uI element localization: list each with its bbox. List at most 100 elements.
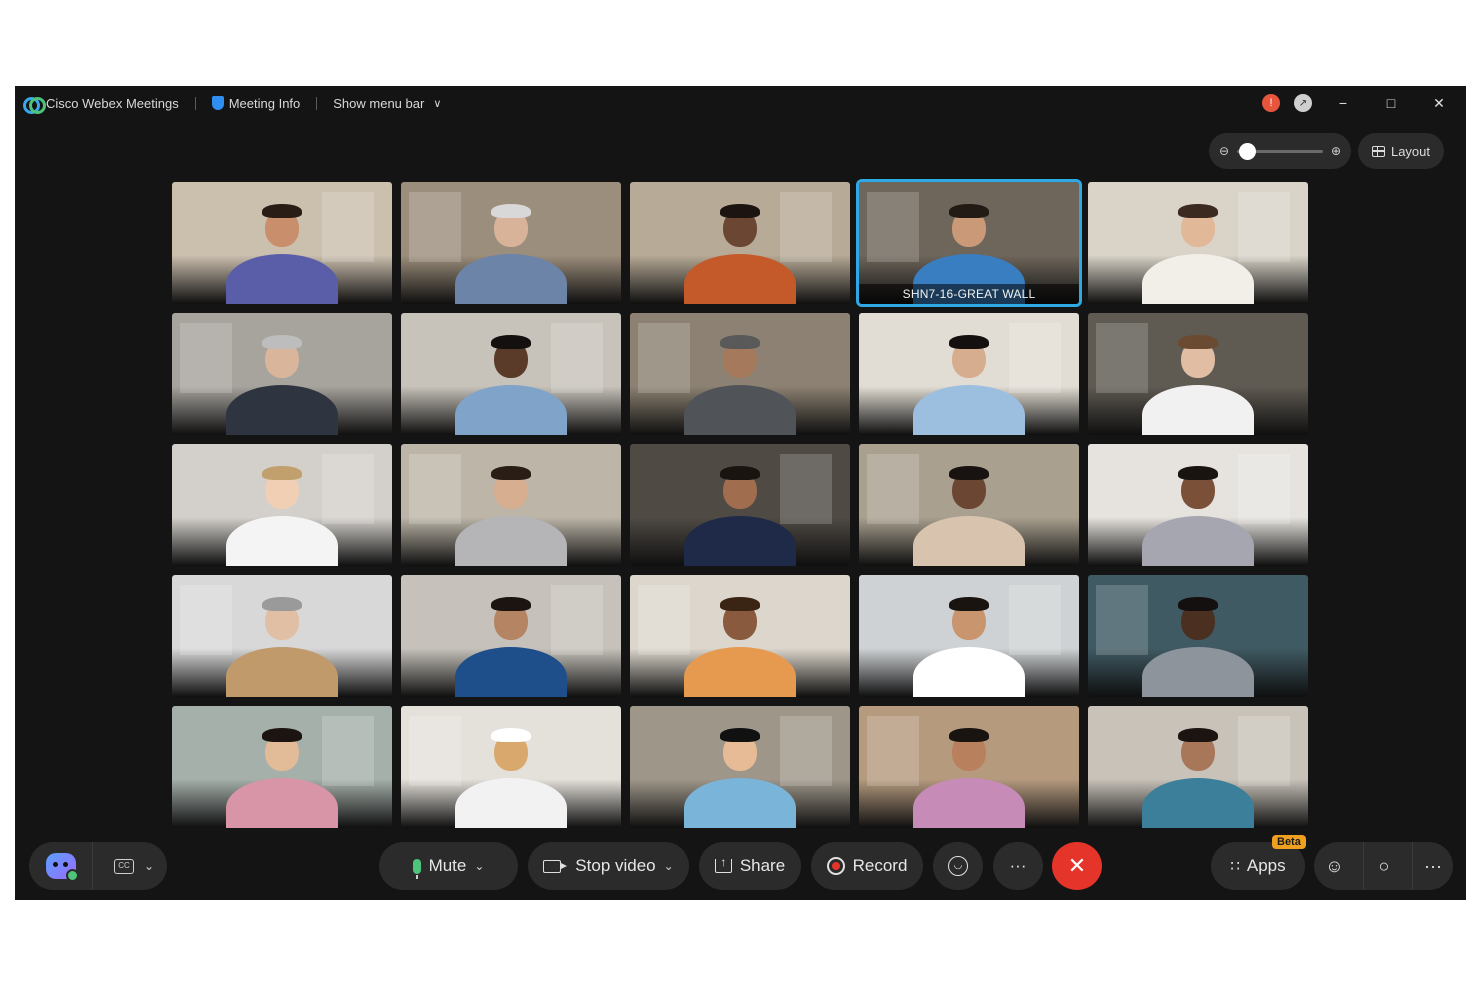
- layout-button[interactable]: Layout: [1358, 133, 1444, 169]
- close-window-button[interactable]: ✕: [1422, 95, 1456, 112]
- participant-hair: [262, 334, 302, 349]
- room-decor: [551, 585, 603, 655]
- participant-video-tile[interactable]: [630, 313, 850, 435]
- participant-hair: [720, 334, 760, 349]
- record-label: Record: [852, 856, 908, 875]
- share-label: Share: [739, 856, 786, 875]
- participant-video-tile[interactable]: [172, 706, 392, 828]
- chat-icon: ○: [1378, 855, 1390, 876]
- pin-icon[interactable]: ↗: [1294, 94, 1312, 112]
- room-decor: [780, 192, 832, 262]
- room-decor: [867, 192, 919, 262]
- close-icon: ✕: [1067, 853, 1087, 878]
- more-panels-button[interactable]: ···: [1411, 842, 1453, 890]
- zoom-slider-knob[interactable]: [1239, 142, 1257, 160]
- minimize-button[interactable]: −: [1326, 95, 1360, 111]
- zoom-in-icon[interactable]: ⊕: [1331, 144, 1341, 158]
- meeting-info-button[interactable]: Meeting Info: [211, 96, 300, 111]
- mute-label: Mute: [428, 856, 467, 875]
- participant-name-label: SHN7-16-GREAT WALL: [859, 284, 1079, 304]
- participant-video-tile[interactable]: [630, 182, 850, 304]
- participant-hair: [720, 727, 760, 742]
- participant-video-tile[interactable]: [172, 313, 392, 435]
- network-alert-icon[interactable]: !: [1262, 94, 1280, 112]
- grid-layout-icon: [1371, 145, 1385, 157]
- participant-video-tile[interactable]: [1088, 182, 1308, 304]
- participant-video-tile[interactable]: [1088, 313, 1308, 435]
- room-decor: [551, 323, 603, 393]
- participant-video-tile[interactable]: [1088, 575, 1308, 697]
- participant-video-grid: SHN7-16-GREAT WALL: [172, 179, 1308, 828]
- room-decor: [780, 716, 832, 786]
- room-decor: [1096, 585, 1148, 655]
- stop-video-button[interactable]: Stop video ⌄: [528, 842, 689, 890]
- participant-video-tile[interactable]: [859, 444, 1079, 566]
- microphone-icon: [412, 858, 421, 879]
- participant-video-tile[interactable]: [401, 575, 621, 697]
- more-icon: ···: [1009, 856, 1027, 875]
- participant-video-tile[interactable]: [401, 313, 621, 435]
- more-options-button[interactable]: ···: [993, 842, 1043, 890]
- side-panels-group: ☺ ○ ···: [1314, 842, 1453, 890]
- participant-hair: [949, 465, 989, 480]
- participant-hair: [949, 334, 989, 349]
- participant-video-tile[interactable]: [630, 706, 850, 828]
- beta-badge: Beta: [1272, 835, 1306, 849]
- participant-video-tile[interactable]: [859, 706, 1079, 828]
- participant-video-tile[interactable]: [401, 444, 621, 566]
- room-decor: [1238, 454, 1290, 524]
- participant-video-tile[interactable]: [1088, 706, 1308, 828]
- room-decor: [1238, 192, 1290, 262]
- room-decor: [322, 192, 374, 262]
- participant-hair: [949, 596, 989, 611]
- zoom-out-icon[interactable]: ⊖: [1219, 144, 1229, 158]
- participant-video-tile[interactable]: [1088, 444, 1308, 566]
- participants-button[interactable]: ☺: [1314, 842, 1355, 890]
- participant-video-tile[interactable]: [401, 182, 621, 304]
- apps-grid-icon: ∷: [1230, 858, 1239, 875]
- meeting-control-bar: CC ⌄ Mute ⌄ Stop video ⌄ ↑ Share Record …: [15, 835, 1466, 894]
- captions-button[interactable]: CC ⌄: [101, 842, 167, 890]
- room-decor: [638, 323, 690, 393]
- room-decor: [1096, 323, 1148, 393]
- share-icon: ↑: [714, 856, 732, 873]
- participant-video-tile[interactable]: [172, 444, 392, 566]
- room-decor: [1009, 585, 1061, 655]
- ai-assistant-icon: [45, 853, 79, 882]
- room-decor: [180, 323, 232, 393]
- shield-icon: [211, 96, 224, 110]
- participant-video-tile[interactable]: [630, 575, 850, 697]
- share-button[interactable]: ↑ Share: [699, 842, 801, 890]
- participant-hair: [720, 596, 760, 611]
- apps-label: Apps: [1246, 856, 1286, 875]
- participant-video-tile[interactable]: [630, 444, 850, 566]
- participant-hair: [491, 596, 531, 611]
- reactions-button[interactable]: ◡: [933, 842, 983, 890]
- zoom-slider[interactable]: [1237, 142, 1323, 160]
- participant-video-tile[interactable]: [172, 182, 392, 304]
- participant-video-tile[interactable]: SHN7-16-GREAT WALL: [856, 179, 1082, 307]
- room-decor: [322, 454, 374, 524]
- participant-hair: [262, 596, 302, 611]
- participant-video-tile[interactable]: [172, 575, 392, 697]
- participant-video-tile[interactable]: [859, 575, 1079, 697]
- mute-button[interactable]: Mute ⌄: [379, 842, 518, 890]
- participant-video-tile[interactable]: [859, 313, 1079, 435]
- chevron-down-icon[interactable]: ⌄: [474, 859, 484, 873]
- show-menu-bar-button[interactable]: Show menu bar ∨: [333, 96, 441, 111]
- ai-assistant-button[interactable]: [29, 842, 94, 890]
- participant-hair: [491, 203, 531, 218]
- title-bar-left: Cisco Webex Meetings Meeting Info Show m…: [23, 86, 441, 120]
- chat-button[interactable]: ○: [1362, 842, 1404, 890]
- room-decor: [780, 454, 832, 524]
- maximize-button[interactable]: □: [1374, 95, 1408, 111]
- participant-hair: [1178, 334, 1218, 349]
- participant-video-tile[interactable]: [401, 706, 621, 828]
- leave-meeting-button[interactable]: ✕: [1052, 842, 1102, 890]
- chevron-down-icon[interactable]: ⌄: [144, 859, 154, 873]
- apps-button[interactable]: ∷ Apps: [1211, 842, 1305, 890]
- chevron-down-icon: ∨: [433, 97, 442, 110]
- webex-logo-icon: [23, 96, 46, 114]
- record-button[interactable]: Record: [811, 842, 923, 890]
- chevron-down-icon[interactable]: ⌄: [664, 859, 674, 873]
